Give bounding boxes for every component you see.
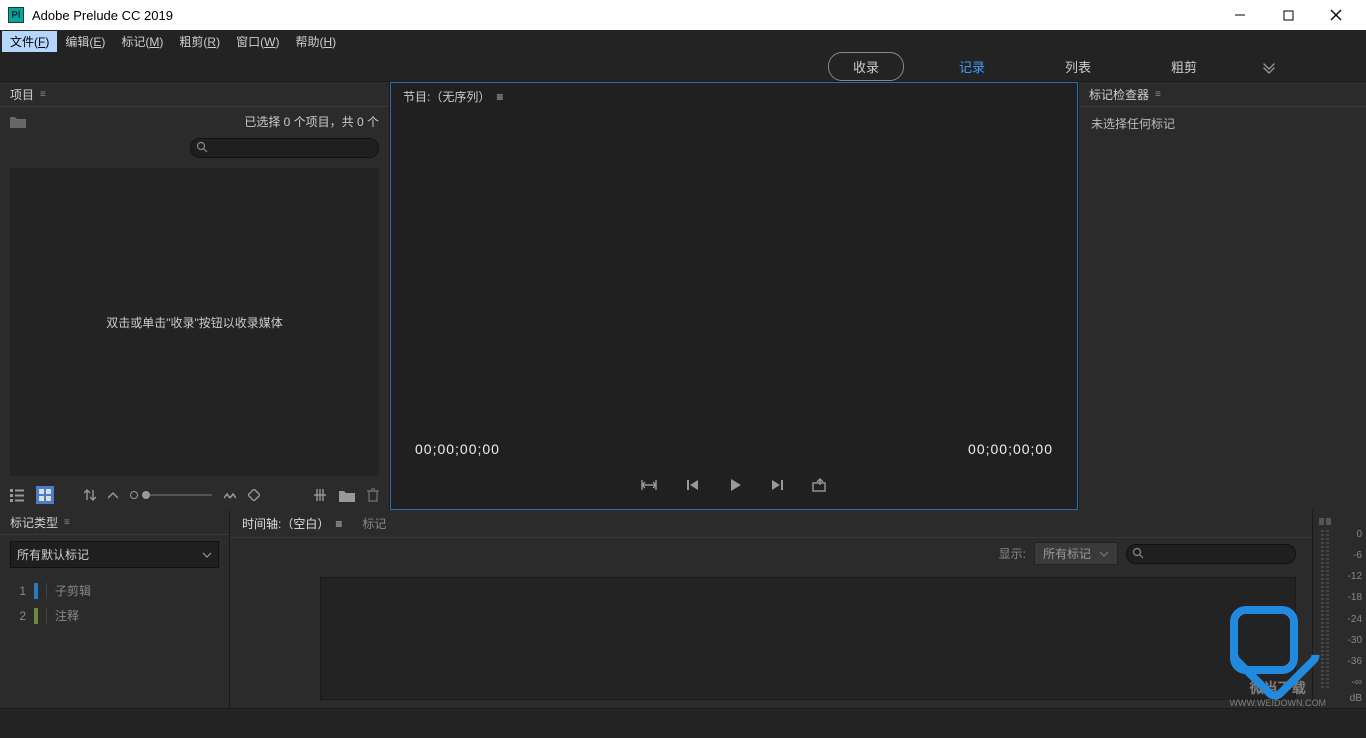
timeline-tab[interactable]: 时间轴:（空白）≡	[242, 515, 342, 532]
panel-menu-icon[interactable]: ≡	[496, 90, 503, 104]
workspace-tab-ingest[interactable]: 收录	[828, 52, 904, 81]
menubar: 文件(F) 编辑(E) 标记(M) 粗剪(R) 窗口(W) 帮助(H)	[0, 30, 1366, 52]
panel-menu-icon[interactable]: ≡	[64, 517, 69, 528]
program-title: 节目:（无序列）	[403, 88, 490, 105]
marker-set-dropdown[interactable]: 所有默认标记	[10, 541, 219, 568]
step-back-icon[interactable]	[686, 478, 700, 492]
footer	[0, 708, 1366, 738]
timeline-search-input[interactable]	[1126, 544, 1296, 564]
meter-scale: 0 -6 -12 -18 -24 -30 -36 -∞	[1348, 530, 1362, 688]
timeline-panel: 时间轴:（空白）≡ 标记 显示: 所有标记	[230, 510, 1312, 708]
search-icon	[196, 141, 208, 153]
zoom-out-icon[interactable]	[108, 490, 118, 500]
marker-color-swatch	[34, 608, 38, 624]
menu-window[interactable]: 窗口(W)	[228, 31, 287, 52]
project-empty-hint: 双击或单击"收录"按钮以收录媒体	[106, 314, 283, 331]
mark-in-out-icon[interactable]	[640, 478, 658, 492]
project-panel-tab[interactable]: 项目≡	[10, 86, 45, 103]
menu-edit[interactable]: 编辑(E)	[57, 31, 113, 52]
sort-icon[interactable]	[84, 488, 96, 502]
panel-menu-icon[interactable]: ≡	[335, 517, 342, 531]
freeform-icon[interactable]	[248, 489, 260, 501]
project-bin[interactable]: 双击或单击"收录"按钮以收录媒体	[10, 168, 379, 476]
marker-types-panel: 标记类型≡ 所有默认标记 1 子剪辑 2 注释	[0, 510, 230, 708]
marker-inspector-panel: 标记检查器≡ 未选择任何标记	[1078, 82, 1366, 510]
minimize-button[interactable]	[1226, 9, 1254, 21]
icon-view-icon[interactable]	[36, 486, 54, 504]
zoom-knob-icon	[130, 491, 138, 499]
workspace-bar: 收录 记录 列表 粗剪	[0, 52, 1366, 82]
menu-marker[interactable]: 标记(M)	[113, 31, 171, 52]
inspector-panel-tab[interactable]: 标记检查器≡	[1089, 86, 1160, 103]
new-bin-icon[interactable]	[313, 488, 327, 502]
audio-meter: 0 -6 -12 -18 -24 -30 -36 -∞ dB	[1312, 510, 1366, 708]
timecode-current[interactable]: 00;00;00;00	[415, 441, 500, 457]
marker-color-swatch	[34, 583, 38, 599]
workspace-overflow-icon[interactable]	[1252, 60, 1286, 74]
marker-index: 1	[10, 584, 26, 598]
window-titlebar: Pl Adobe Prelude CC 2019	[0, 0, 1366, 30]
panel-menu-icon[interactable]: ≡	[1155, 89, 1160, 100]
db-label: dB	[1350, 693, 1362, 704]
workspace-tab-roughcut[interactable]: 粗剪	[1146, 52, 1222, 81]
list-view-icon[interactable]	[10, 488, 24, 502]
timeline-tracks[interactable]	[320, 577, 1296, 700]
zoom-slider[interactable]	[142, 494, 212, 496]
meter-bars	[1321, 530, 1331, 688]
close-button[interactable]	[1322, 9, 1350, 21]
folder-up-icon[interactable]	[10, 115, 26, 128]
new-folder-icon[interactable]	[339, 489, 355, 502]
menu-roughcut[interactable]: 粗剪(R)	[171, 31, 228, 52]
workspace-tab-logging[interactable]: 记录	[934, 52, 1010, 81]
peak-indicator	[1319, 518, 1333, 525]
app-title: Adobe Prelude CC 2019	[32, 8, 173, 23]
markers-tab[interactable]: 标记	[362, 515, 386, 532]
marker-type-item[interactable]: 2 注释	[10, 603, 219, 628]
menu-file[interactable]: 文件(F)	[2, 31, 57, 52]
timecode-duration: 00;00;00;00	[968, 441, 1053, 457]
marker-filter-dropdown[interactable]: 所有标记	[1034, 542, 1118, 565]
selection-count-label: 已选择 0 个项目，共 0 个	[244, 113, 379, 130]
chevron-down-icon	[1099, 551, 1109, 557]
delete-icon[interactable]	[367, 488, 379, 502]
marker-types-tab[interactable]: 标记类型≡	[10, 514, 69, 531]
project-search-input[interactable]	[190, 138, 379, 158]
marker-type-item[interactable]: 1 子剪辑	[10, 578, 219, 603]
search-icon	[1132, 547, 1144, 559]
marker-type-label: 子剪辑	[55, 582, 91, 599]
marker-type-label: 注释	[55, 607, 79, 624]
inspector-empty-label: 未选择任何标记	[1079, 107, 1366, 140]
app-icon: Pl	[8, 7, 24, 23]
step-forward-icon[interactable]	[770, 478, 784, 492]
marker-index: 2	[10, 609, 26, 623]
chevron-down-icon	[202, 552, 212, 558]
maximize-button[interactable]	[1274, 9, 1302, 21]
zoom-in-icon[interactable]	[224, 490, 236, 500]
export-frame-icon[interactable]	[812, 478, 828, 492]
program-canvas[interactable]	[391, 110, 1077, 435]
program-monitor: 节目:（无序列） ≡ 00;00;00;00 00;00;00;00	[390, 82, 1078, 510]
panel-menu-icon[interactable]: ≡	[40, 89, 45, 100]
project-panel: 项目≡ 已选择 0 个项目，共 0 个 双击或单击"收录"按钮以收录媒体	[0, 82, 390, 510]
workspace-tab-list[interactable]: 列表	[1040, 52, 1116, 81]
play-icon[interactable]	[728, 478, 742, 492]
show-label: 显示:	[999, 545, 1026, 562]
menu-help[interactable]: 帮助(H)	[287, 31, 344, 52]
